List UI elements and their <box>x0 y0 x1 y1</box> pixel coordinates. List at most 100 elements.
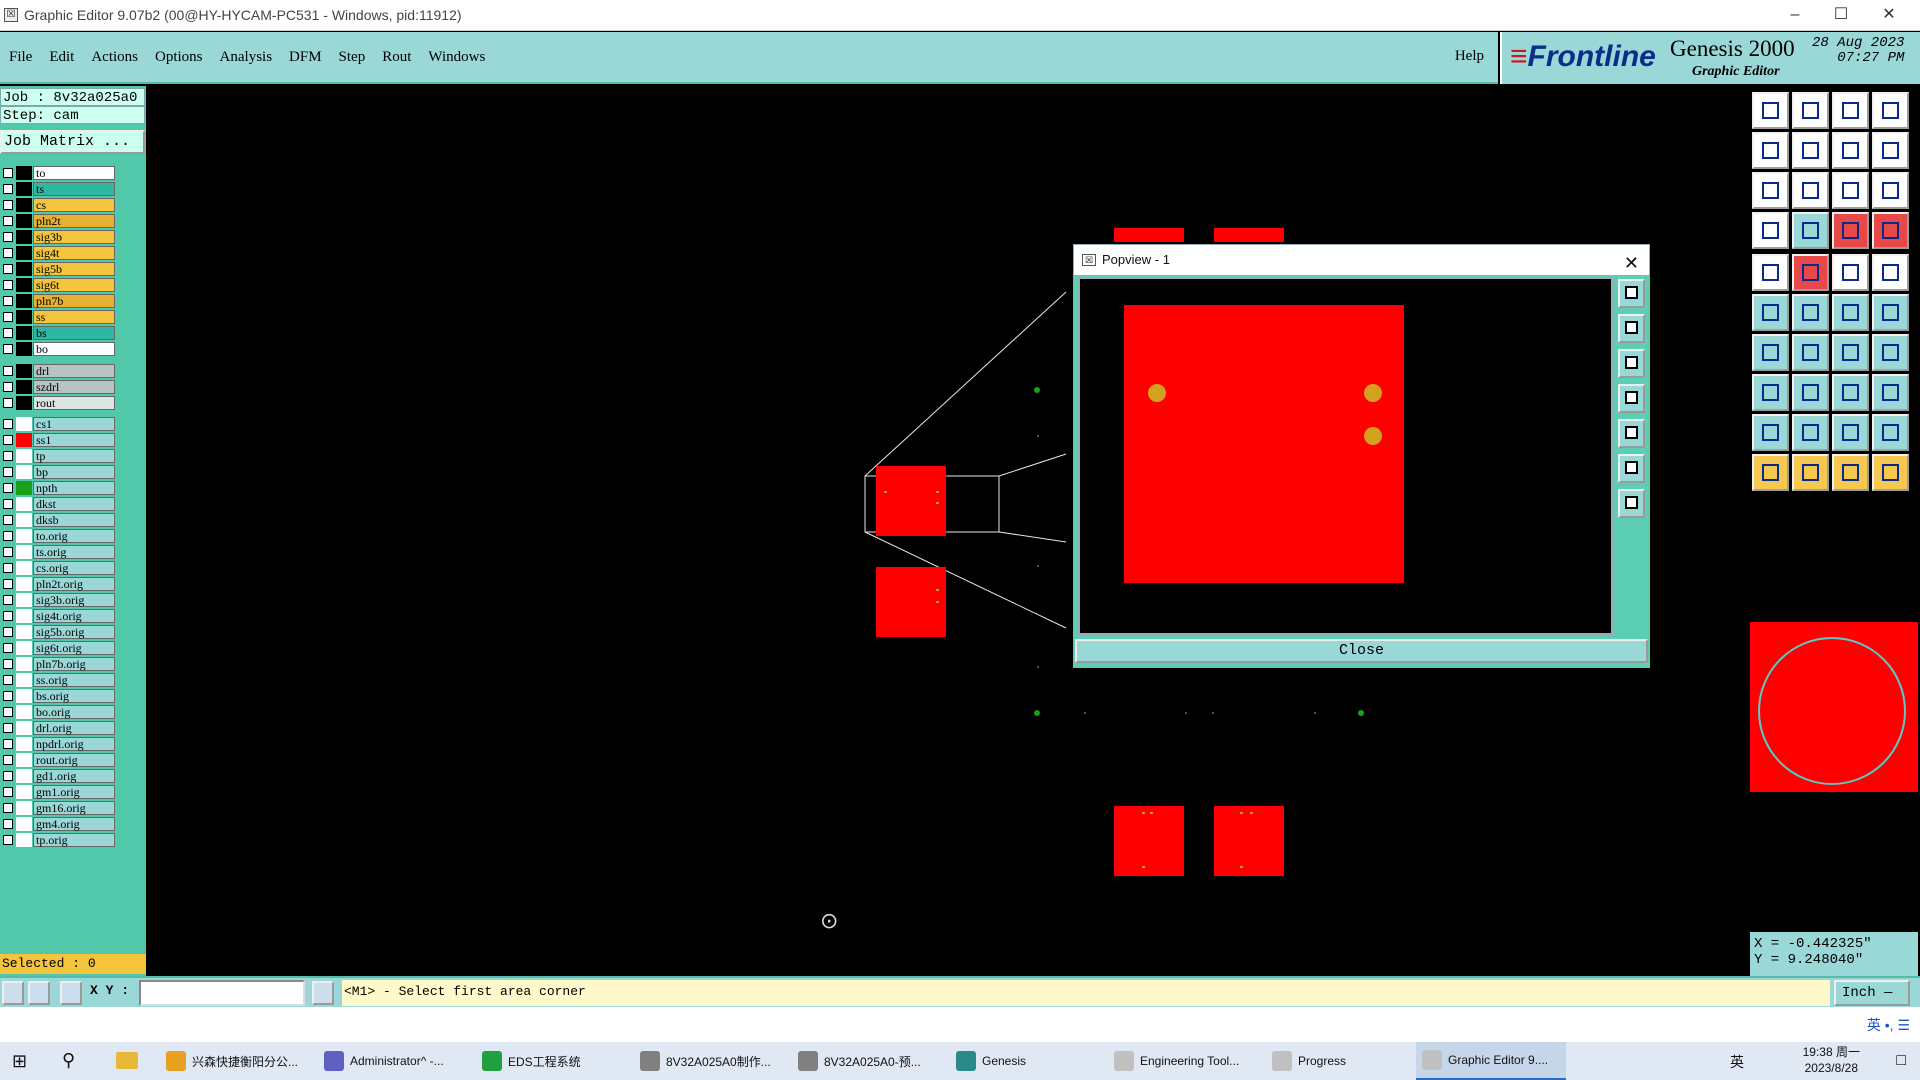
tool-button-7-2[interactable] <box>1832 374 1869 411</box>
layer-row[interactable]: drl.orig <box>0 721 118 735</box>
layer-checkbox[interactable] <box>3 771 13 781</box>
layer-checkbox[interactable] <box>3 579 13 589</box>
layer-checkbox[interactable] <box>3 691 13 701</box>
input-toggle-icon[interactable] <box>312 981 334 1005</box>
layer-row[interactable]: ts.orig <box>0 545 118 559</box>
tool-button-1-2[interactable] <box>1832 132 1869 169</box>
layer-checkbox[interactable] <box>3 382 13 392</box>
system-clock[interactable]: 19:38 周一 2023/8/28 <box>1803 1044 1860 1076</box>
menu-help[interactable]: Help <box>1455 48 1484 65</box>
layer-checkbox[interactable] <box>3 659 13 669</box>
taskbar-app[interactable]: 8V32A025A0-预... <box>792 1042 942 1080</box>
layer-checkbox[interactable] <box>3 232 13 242</box>
snap-icon[interactable] <box>2 981 24 1005</box>
layer-row[interactable]: gm4.orig <box>0 817 118 831</box>
layer-checkbox[interactable] <box>3 739 13 749</box>
layer-row[interactable]: sig4t.orig <box>0 609 118 623</box>
tool-button-4-0[interactable] <box>1752 254 1789 291</box>
tool-button-5-1[interactable] <box>1792 294 1829 331</box>
menu-file[interactable]: File <box>9 49 32 66</box>
taskbar-app[interactable]: Administrator^ -... <box>318 1042 468 1080</box>
layer-row[interactable]: drl <box>0 364 118 378</box>
layer-checkbox[interactable] <box>3 296 13 306</box>
layer-row[interactable]: pln2t <box>0 214 118 228</box>
layer-row[interactable]: cs.orig <box>0 561 118 575</box>
tool-button-3-0[interactable] <box>1752 212 1789 249</box>
tool-button-5-2[interactable] <box>1832 294 1869 331</box>
tool-button-8-1[interactable] <box>1792 414 1829 451</box>
tool-button-9-2[interactable] <box>1832 454 1869 491</box>
tool-button-5-3[interactable] <box>1872 294 1909 331</box>
tool-button-2-2[interactable] <box>1832 172 1869 209</box>
layer-checkbox[interactable] <box>3 366 13 376</box>
ime-toolbar[interactable]: 英 •, ☰ <box>1867 1015 1910 1035</box>
layer-row[interactable]: npth <box>0 481 118 495</box>
layer-row[interactable]: npdrl.orig <box>0 737 118 751</box>
layer-row[interactable]: sig3b <box>0 230 118 244</box>
tool-button-9-3[interactable] <box>1872 454 1909 491</box>
menu-rout[interactable]: Rout <box>382 49 411 66</box>
layer-checkbox[interactable] <box>3 451 13 461</box>
tool-button-6-0[interactable] <box>1752 334 1789 371</box>
search-icon[interactable]: ⚲ <box>62 1050 75 1071</box>
grid-icon[interactable] <box>60 981 82 1005</box>
tool-button-9-1[interactable] <box>1792 454 1829 491</box>
tool-button-8-0[interactable] <box>1752 414 1789 451</box>
tray-language[interactable]: 英 <box>1730 1052 1744 1072</box>
layer-row[interactable]: gd1.orig <box>0 769 118 783</box>
units-selector[interactable]: Inch — <box>1834 980 1910 1006</box>
layer-checkbox[interactable] <box>3 184 13 194</box>
popview-zoom-home-button[interactable] <box>1618 279 1645 308</box>
layer-checkbox[interactable] <box>3 264 13 274</box>
taskbar-app[interactable]: Progress <box>1266 1042 1408 1080</box>
popview-pan-down-button[interactable] <box>1618 349 1645 378</box>
layer-checkbox[interactable] <box>3 328 13 338</box>
layer-checkbox[interactable] <box>3 611 13 621</box>
popview-canvas[interactable] <box>1078 277 1613 635</box>
layer-row[interactable]: bs <box>0 326 118 340</box>
popview-pan-left-button[interactable] <box>1618 384 1645 413</box>
layer-row[interactable]: bo.orig <box>0 705 118 719</box>
layer-row[interactable]: ss <box>0 310 118 324</box>
taskbar-app[interactable]: Engineering Tool... <box>1108 1042 1258 1080</box>
tool-button-2-3[interactable] <box>1872 172 1909 209</box>
notification-icon[interactable]: □ <box>1896 1052 1906 1070</box>
layer-checkbox[interactable] <box>3 419 13 429</box>
layer-checkbox[interactable] <box>3 627 13 637</box>
tool-button-0-1[interactable] <box>1792 92 1829 129</box>
layer-row[interactable]: pln2t.orig <box>0 577 118 591</box>
tool-button-4-2[interactable] <box>1832 254 1869 291</box>
layer-checkbox[interactable] <box>3 435 13 445</box>
layer-checkbox[interactable] <box>3 483 13 493</box>
popview-zoom-out-button[interactable] <box>1618 489 1645 518</box>
taskbar-app[interactable]: 8V32A025A0制作... <box>634 1042 784 1080</box>
tool-button-3-1[interactable] <box>1792 212 1829 249</box>
layer-checkbox[interactable] <box>3 168 13 178</box>
file-explorer-icon[interactable] <box>116 1052 138 1069</box>
layer-row[interactable]: bs.orig <box>0 689 118 703</box>
taskbar-app[interactable]: EDS工程系统 <box>476 1042 626 1080</box>
layer-checkbox[interactable] <box>3 595 13 605</box>
tool-button-1-0[interactable] <box>1752 132 1789 169</box>
layer-checkbox[interactable] <box>3 675 13 685</box>
tool-button-6-3[interactable] <box>1872 334 1909 371</box>
layer-checkbox[interactable] <box>3 312 13 322</box>
layer-checkbox[interactable] <box>3 467 13 477</box>
popview-pan-right-button[interactable] <box>1618 419 1645 448</box>
tool-button-4-1[interactable] <box>1792 254 1829 291</box>
tool-button-9-0[interactable] <box>1752 454 1789 491</box>
layer-row[interactable]: dksb <box>0 513 118 527</box>
menu-actions[interactable]: Actions <box>91 49 138 66</box>
popview-close-button[interactable]: Close <box>1075 639 1648 663</box>
layer-checkbox[interactable] <box>3 531 13 541</box>
layer-row[interactable]: ss.orig <box>0 673 118 687</box>
popview-titlebar[interactable]: ☒ Popview - 1 ✕ <box>1074 245 1649 275</box>
layer-row[interactable]: ts <box>0 182 118 196</box>
layer-checkbox[interactable] <box>3 280 13 290</box>
tool-button-3-2[interactable] <box>1832 212 1869 249</box>
tool-button-7-0[interactable] <box>1752 374 1789 411</box>
tool-button-0-0[interactable] <box>1752 92 1789 129</box>
layer-checkbox[interactable] <box>3 499 13 509</box>
tool-button-2-1[interactable] <box>1792 172 1829 209</box>
taskbar-app[interactable]: 兴森快捷衡阳分公... <box>160 1042 310 1080</box>
